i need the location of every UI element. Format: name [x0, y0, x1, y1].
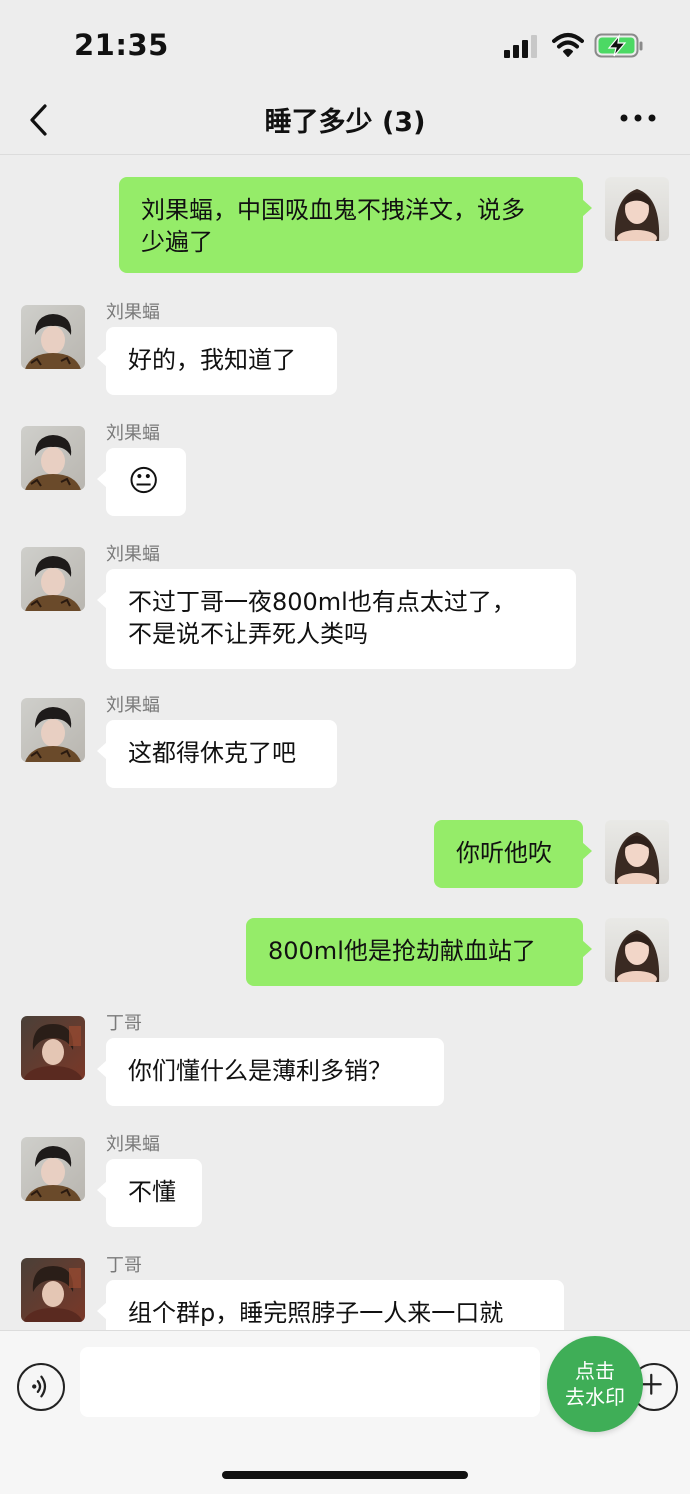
avatar-liu[interactable] — [21, 698, 85, 762]
avatar-liu[interactable] — [21, 426, 85, 490]
message-text-line: 少遍了 — [141, 228, 213, 256]
message-bubble-incoming[interactable]: 组个群p，睡完照脖子一人来一口就 — [97, 1280, 564, 1330]
input-bar: 点击 去水印 — [0, 1330, 690, 1494]
message-bubble-incoming[interactable]: 好的，我知道了 — [97, 327, 337, 395]
avatar-liu[interactable] — [21, 547, 85, 611]
voice-icon — [32, 1375, 47, 1398]
nav-bar: 睡了多少 (3) — [0, 88, 690, 155]
sender-name: 刘果蝠 — [106, 544, 160, 565]
message-bubble-outgoing[interactable]: 800ml他是抢劫献血站了 — [246, 918, 592, 986]
message-input[interactable] — [80, 1347, 540, 1417]
message-bubble-incoming[interactable]: 这都得休克了吧 — [97, 720, 337, 788]
sender-name: 刘果蝠 — [106, 423, 160, 444]
chat-title: 睡了多少 (3) — [264, 107, 426, 138]
more-dots-icon[interactable] — [618, 106, 658, 130]
remove-watermark-label: 去水印 — [565, 1385, 625, 1409]
message-list[interactable]: 刘果蝠，中国吸血鬼不拽洋文，说多 少遍了 刘果蝠 好的，我知道了 刘果蝠 😐 刘… — [0, 155, 690, 1330]
remove-watermark-button[interactable]: 点击 去水印 — [547, 1336, 643, 1432]
avatar-ding[interactable] — [21, 1016, 85, 1080]
avatar-liu[interactable] — [21, 1137, 85, 1201]
avatar-self[interactable] — [605, 918, 669, 982]
avatar-ding[interactable] — [21, 1258, 85, 1322]
signal-icon — [504, 34, 542, 58]
wifi-icon — [552, 33, 584, 57]
message-text-line: 不是说不让弄死人类吗 — [128, 620, 368, 648]
message-bubble-outgoing[interactable]: 你听他吹 — [434, 820, 592, 888]
message-text-line: 不过丁哥一夜800ml也有点太过了， — [128, 588, 516, 616]
status-time: 21:35 — [74, 28, 169, 62]
sender-name: 丁哥 — [106, 1013, 142, 1034]
avatar-self[interactable] — [605, 820, 669, 884]
sender-name: 刘果蝠 — [106, 1134, 160, 1155]
message-bubble-outgoing[interactable]: 刘果蝠，中国吸血鬼不拽洋文，说多 少遍了 — [119, 177, 592, 273]
battery-charging-icon — [594, 33, 643, 58]
home-indicator — [222, 1471, 468, 1479]
remove-watermark-label: 点击 — [575, 1359, 615, 1383]
avatar-self[interactable] — [605, 177, 669, 241]
sender-name: 刘果蝠 — [106, 302, 160, 323]
message-bubble-incoming[interactable]: 不懂 — [97, 1159, 202, 1227]
voice-button[interactable] — [17, 1363, 65, 1411]
message-bubble-incoming[interactable]: 😐 — [97, 448, 186, 516]
message-text-line: 刘果蝠，中国吸血鬼不拽洋文，说多 — [141, 196, 525, 224]
sender-name: 刘果蝠 — [106, 695, 160, 716]
status-bar: 21:35 — [0, 0, 690, 90]
sender-name: 丁哥 — [106, 1255, 142, 1276]
avatar-liu[interactable] — [21, 305, 85, 369]
message-bubble-incoming[interactable]: 不过丁哥一夜800ml也有点太过了， 不是说不让弄死人类吗 — [97, 569, 576, 669]
message-bubble-incoming[interactable]: 你们懂什么是薄利多销？ — [97, 1038, 444, 1106]
